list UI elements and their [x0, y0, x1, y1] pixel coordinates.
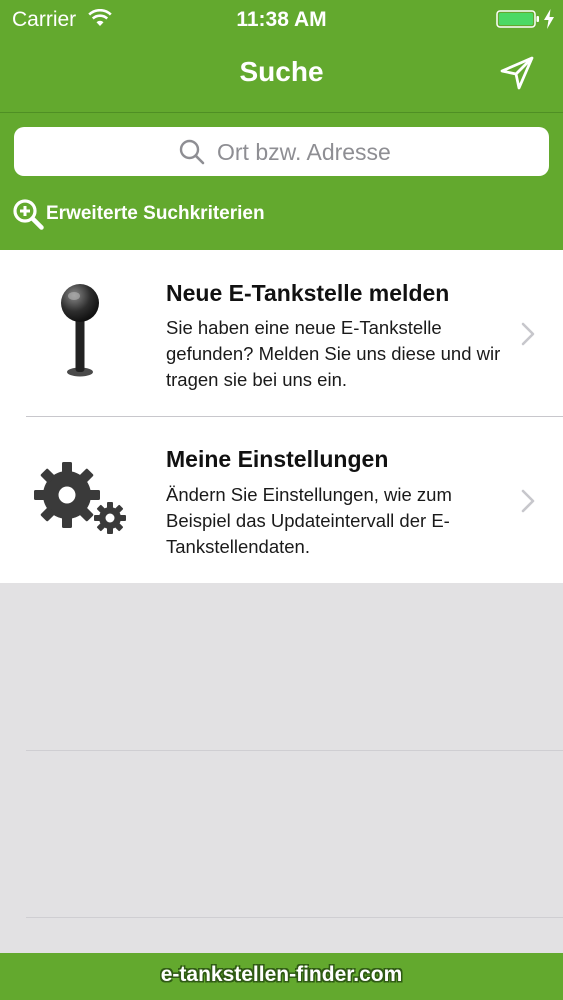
bolt-icon — [544, 9, 554, 29]
empty-row-separator — [26, 750, 563, 751]
gears-icon — [34, 462, 126, 534]
footer-brand-text: e-tankstellen-finder.com — [160, 963, 403, 986]
menu-item-title: Meine Einstellungen — [166, 446, 389, 472]
chevron-right-icon — [521, 489, 535, 513]
battery-icon — [496, 10, 539, 28]
pin-icon — [61, 284, 99, 377]
page-title: Suche — [239, 56, 324, 87]
menu-item-description: Sie haben eine neue E-Tankstelle gefunde… — [166, 317, 501, 390]
search-placeholder: Ort bzw. Adresse — [217, 139, 391, 165]
menu-item-report-station[interactable]: Neue E-Tankstelle melden Sie haben eine … — [0, 250, 563, 417]
menu-list: Neue E-Tankstelle melden Sie haben eine … — [0, 250, 563, 583]
location-arrow-icon[interactable] — [499, 55, 535, 91]
menu-item-title: Neue E-Tankstelle melden — [166, 280, 450, 306]
empty-row-separator — [26, 917, 563, 918]
nav-divider — [0, 112, 563, 113]
advanced-search-label: Erweiterte Suchkriterien — [46, 203, 265, 224]
footer-banner: e-tankstellen-finder.com — [0, 953, 563, 1000]
search-icon — [179, 139, 205, 165]
status-bar: Carrier 11:38 AM — [0, 0, 563, 40]
zoom-plus-icon — [13, 199, 44, 230]
chevron-right-icon — [521, 322, 535, 346]
clock: 11:38 AM — [236, 8, 327, 31]
menu-item-description: Ändern Sie Einstellungen, wie zum Beispi… — [166, 484, 452, 557]
search-input[interactable]: Ort bzw. Adresse — [14, 127, 549, 176]
